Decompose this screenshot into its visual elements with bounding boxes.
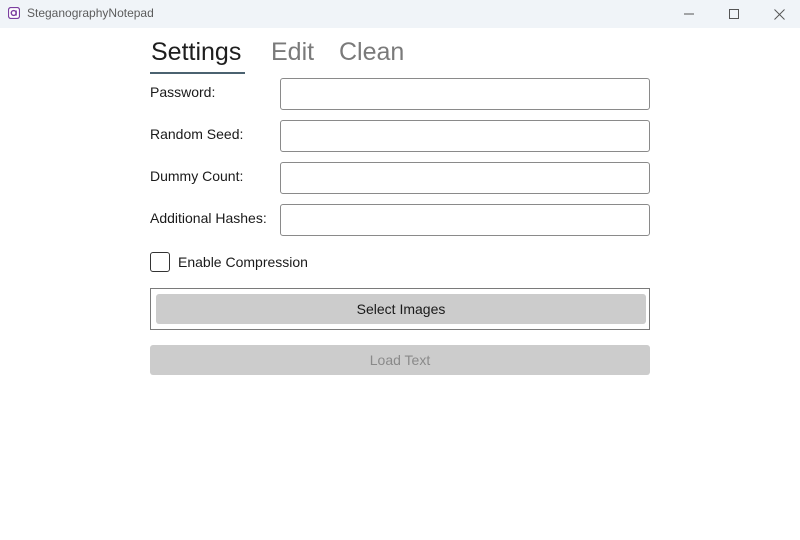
random-seed-label: Random Seed: [150, 126, 244, 142]
active-tab-indicator [150, 72, 245, 74]
load-text-button: Load Text [150, 345, 650, 375]
additional-hashes-input[interactable] [280, 204, 650, 236]
additional-hashes-label: Additional Hashes: [150, 210, 267, 226]
window-title: SteganographyNotepad [27, 6, 154, 20]
tab-settings[interactable]: Settings [151, 36, 241, 68]
tab-clean[interactable]: Clean [339, 36, 404, 68]
dummy-count-input[interactable] [280, 162, 650, 194]
minimize-button[interactable] [666, 0, 712, 28]
enable-compression-checkbox[interactable] [150, 252, 170, 272]
tab-edit[interactable]: Edit [271, 36, 314, 68]
title-bar: SteganographyNotepad [0, 0, 800, 28]
enable-compression-label[interactable]: Enable Compression [178, 254, 308, 270]
app-logo-icon [8, 7, 20, 19]
minimize-icon [684, 13, 694, 15]
password-input[interactable] [280, 78, 650, 110]
random-seed-input[interactable] [280, 120, 650, 152]
close-icon [773, 8, 785, 20]
select-images-button[interactable]: Select Images [156, 294, 646, 324]
maximize-button[interactable] [711, 0, 757, 28]
maximize-icon [729, 9, 739, 19]
dummy-count-label: Dummy Count: [150, 168, 244, 184]
password-label: Password: [150, 84, 216, 100]
close-button[interactable] [756, 0, 800, 28]
